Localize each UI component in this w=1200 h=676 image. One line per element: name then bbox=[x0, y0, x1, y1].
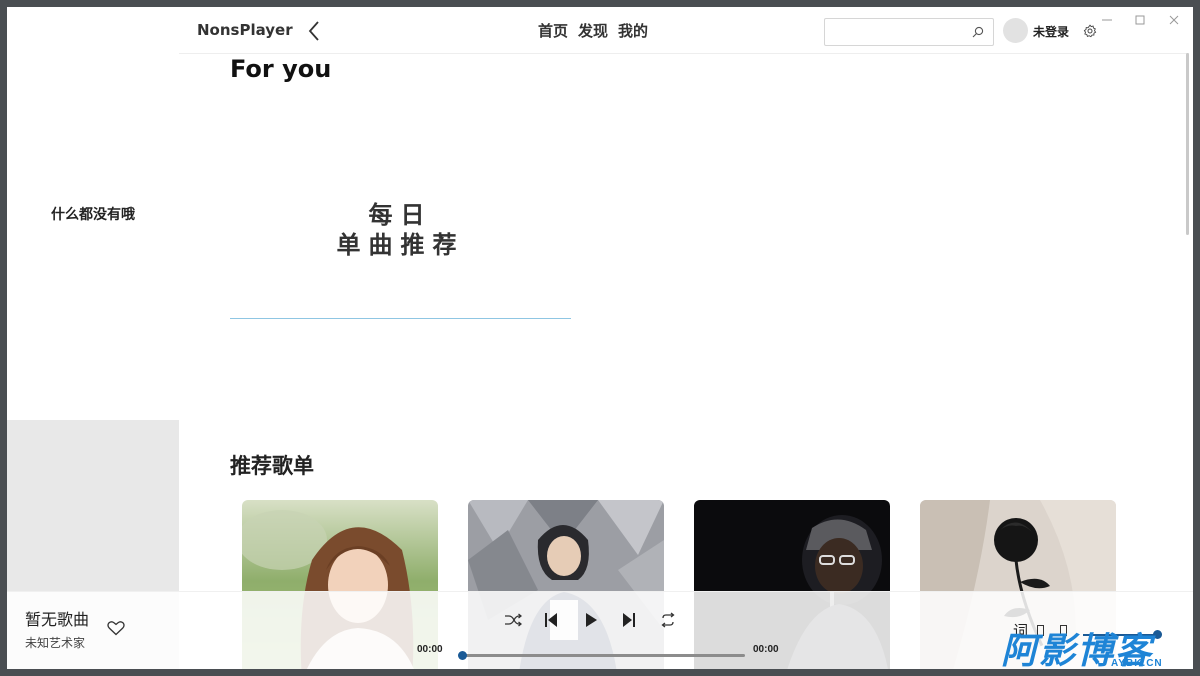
sidebar: 什么都没有哦 bbox=[7, 7, 179, 669]
play-icon[interactable] bbox=[582, 611, 600, 629]
repeat-icon[interactable] bbox=[659, 611, 677, 629]
progress-slider[interactable] bbox=[458, 651, 745, 660]
next-icon[interactable] bbox=[620, 611, 638, 629]
daily-underline bbox=[230, 318, 571, 319]
time-total: 00:00 bbox=[753, 644, 779, 655]
watermark-sub: AYBK.CN bbox=[1111, 658, 1163, 669]
top-nav: 首页 发现 我的 bbox=[538, 20, 648, 41]
daily-line-1: 每日 bbox=[368, 202, 433, 229]
playlists-section-title: 推荐歌单 bbox=[230, 455, 314, 478]
watermark-logo: 阿影博客 AYBK.CN bbox=[995, 618, 1195, 674]
song-title: 暂无歌曲 bbox=[25, 612, 90, 629]
search-input[interactable] bbox=[824, 18, 994, 46]
progress-knob[interactable] bbox=[458, 651, 467, 660]
daily-recommend-card[interactable]: 每日 单曲推荐 bbox=[230, 97, 571, 319]
login-label[interactable]: 未登录 bbox=[1033, 23, 1069, 40]
nav-item-home[interactable]: 首页 bbox=[538, 20, 568, 41]
app-window: 什么都没有哦 NonsPlayer 首页 发现 我的 未登录 For you 每… bbox=[7, 7, 1193, 669]
search-icon[interactable] bbox=[971, 25, 985, 39]
back-button[interactable] bbox=[307, 20, 323, 42]
heart-icon[interactable] bbox=[107, 620, 125, 636]
maximize-icon[interactable] bbox=[1133, 13, 1147, 27]
chevron-left-icon bbox=[308, 21, 319, 41]
content-scrollbar[interactable] bbox=[1186, 53, 1189, 235]
shuffle-icon[interactable] bbox=[504, 611, 522, 629]
time-current: 00:00 bbox=[417, 644, 443, 655]
sidebar-empty-text: 什么都没有哦 bbox=[51, 206, 135, 222]
header-divider bbox=[179, 53, 1189, 54]
minimize-icon[interactable] bbox=[1100, 13, 1114, 27]
daily-line-2: 单曲推荐 bbox=[336, 232, 465, 259]
song-artist: 未知艺术家 bbox=[25, 636, 86, 650]
app-title: NonsPlayer bbox=[197, 21, 293, 39]
avatar[interactable] bbox=[1003, 18, 1028, 43]
nav-item-discover[interactable]: 发现 bbox=[578, 20, 608, 41]
nav-item-mine[interactable]: 我的 bbox=[618, 20, 648, 41]
for-you-title: For you bbox=[230, 55, 332, 83]
close-icon[interactable] bbox=[1167, 13, 1181, 27]
gear-icon[interactable] bbox=[1083, 24, 1097, 38]
daily-recommend-text: 每日 单曲推荐 bbox=[230, 201, 571, 261]
previous-icon[interactable] bbox=[542, 611, 560, 629]
